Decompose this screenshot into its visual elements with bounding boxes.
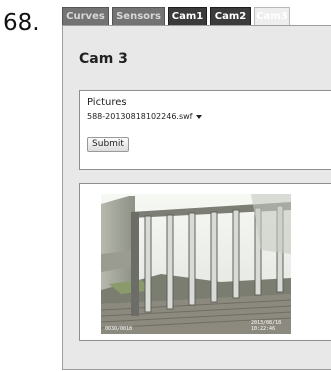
tab-cam3[interactable]: Cam3 [254,7,290,25]
tab-cam2[interactable]: Cam2 [210,7,251,25]
tab-cam1[interactable]: Cam1 [168,7,207,25]
item-number: 68. [3,10,40,36]
content-panel: Cam 3 Pictures 588-20130818102246.swf Su… [62,25,331,370]
camera-overlay-left: 0030/0018 [105,326,132,332]
page-title: Cam 3 [79,51,128,67]
camera-overlay-time: 10:22:46 [251,326,275,332]
image-frame: 0030/0018 2013/08/18 10:22:46 [79,183,331,341]
chevron-down-icon [196,115,203,119]
pictures-label: Pictures [87,97,127,108]
pictures-select[interactable]: 588-20130818102246.swf [87,110,203,124]
pictures-select-value: 588-20130818102246.swf [87,112,193,121]
camera-image: 0030/0018 2013/08/18 10:22:46 [101,194,291,334]
tab-sensors[interactable]: Sensors [112,7,165,25]
pictures-form: Pictures 588-20130818102246.swf Submit [79,90,331,170]
submit-button[interactable]: Submit [87,137,129,152]
tab-curves[interactable]: Curves [62,7,109,25]
